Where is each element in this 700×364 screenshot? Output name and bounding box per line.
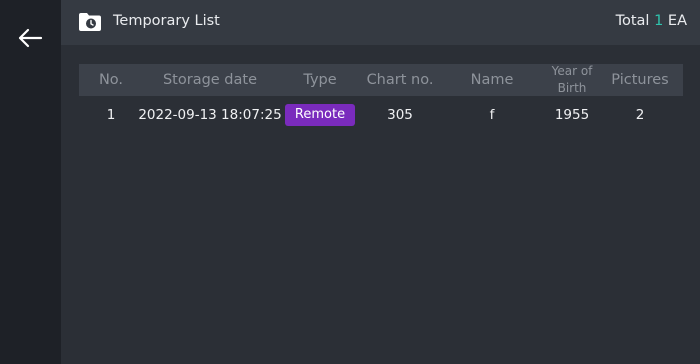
cell-pictures: 2 (635, 107, 645, 123)
type-badge: Remote (284, 104, 356, 126)
total-prefix: Total (615, 13, 650, 29)
header-year-of-birth-line1: Year of (551, 64, 593, 78)
sidebar (0, 0, 61, 364)
cell-storage-date: 2022-09-13 18:07:25 (138, 107, 282, 123)
page-title: Temporary List (113, 13, 220, 29)
folder-clock-icon (79, 13, 101, 31)
cell-year-of-birth: 1955 (554, 107, 590, 123)
cell-type: Remote (277, 96, 363, 134)
table-row[interactable]: 1 2022-09-13 18:07:25 Remote 305 f 1955 … (79, 96, 683, 134)
header-pictures: Pictures (611, 72, 669, 88)
back-button[interactable] (14, 24, 46, 52)
header-type: Type (303, 72, 337, 88)
arrow-left-icon (18, 28, 43, 48)
cell-name: f (489, 107, 495, 123)
header-no: No. (98, 72, 124, 88)
total-count: 1 (654, 13, 664, 29)
cell-chart-no: 305 (387, 107, 413, 123)
header-year-of-birth-line2: Birth (557, 81, 587, 95)
header: Temporary List Total 1 EA (61, 0, 700, 45)
header-chart-no: Chart no. (366, 72, 434, 88)
total-suffix: EA (667, 13, 687, 29)
header-storage-date: Storage date (162, 72, 258, 88)
table-header-row: No. Storage date Type Chart no. Name Yea… (79, 64, 683, 96)
total-count-label: Total 1 EA (616, 13, 687, 29)
cell-no: 1 (106, 107, 116, 123)
temporary-list-table: No. Storage date Type Chart no. Name Yea… (79, 64, 683, 134)
header-year-of-birth: Year of Birth (547, 64, 597, 96)
header-name: Name (470, 72, 514, 88)
